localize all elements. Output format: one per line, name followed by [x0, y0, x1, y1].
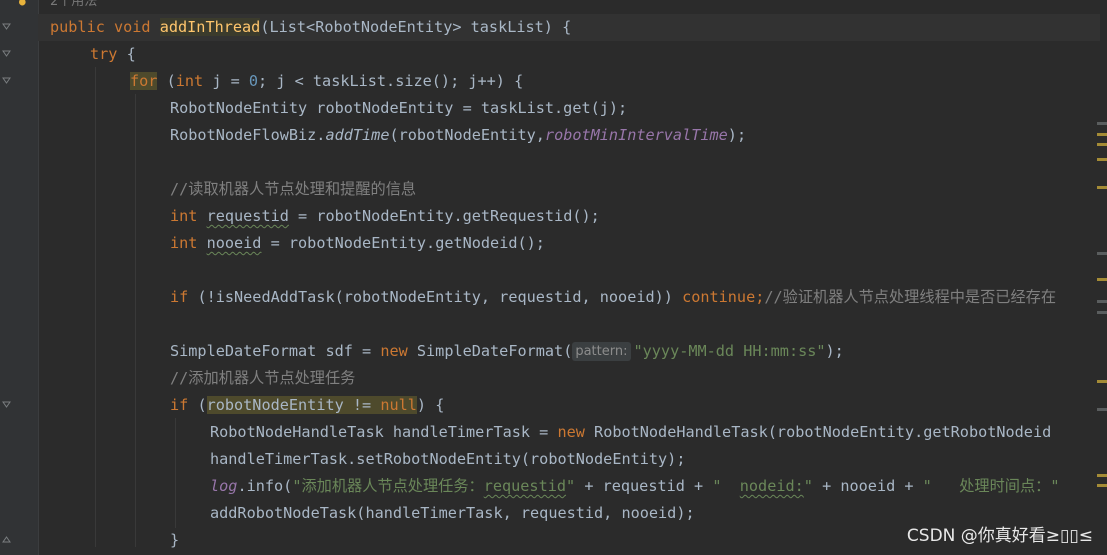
stripe-mark[interactable]: [1097, 186, 1107, 189]
code-line-15[interactable]: if (robotNodeEntity != null) {: [170, 392, 444, 419]
code-line-9[interactable]: int nooeid = robotNodeEntity.getNodeid()…: [170, 230, 545, 257]
stripe-mark[interactable]: [1097, 484, 1107, 487]
code-line-13[interactable]: SimpleDateFormat sdf = new SimpleDateFor…: [170, 338, 844, 365]
code-line-2[interactable]: try {: [90, 41, 136, 68]
stripe-mark[interactable]: [1097, 252, 1107, 255]
code-line-16[interactable]: RobotNodeHandleTask handleTimerTask = ne…: [210, 419, 1051, 446]
code-line-8[interactable]: int requestid = robotNodeEntity.getReque…: [170, 203, 600, 230]
code-line-7[interactable]: //读取机器人节点处理和提醒的信息: [170, 176, 416, 203]
stripe-mark[interactable]: [1097, 300, 1107, 303]
code-line-19[interactable]: addRobotNodeTask(handleTimerTask, reques…: [210, 500, 695, 527]
stripe-mark[interactable]: [1097, 158, 1107, 161]
stripe-mark[interactable]: [1097, 408, 1107, 411]
code-line-20[interactable]: }: [170, 527, 179, 554]
parameter-hint: pattern:: [572, 342, 631, 361]
stripe-mark[interactable]: [1097, 278, 1107, 281]
error-stripe[interactable]: [1097, 0, 1107, 555]
stripe-mark[interactable]: [1097, 133, 1107, 136]
code-area[interactable]: 2个用法 public void addInThread(List<RobotN…: [0, 0, 1100, 555]
stripe-mark[interactable]: [1097, 143, 1107, 146]
stripe-mark[interactable]: [1097, 380, 1107, 383]
code-line-3[interactable]: for (int j = 0; j < taskList.size(); j++…: [130, 68, 523, 95]
code-editor[interactable]: ● 2个用法 public void addInThread(List<Robo…: [0, 0, 1107, 555]
code-line-18[interactable]: log.info("添加机器人节点处理任务：requestid" + reque…: [210, 473, 1060, 500]
code-line-4[interactable]: RobotNodeEntity robotNodeEntity = taskLi…: [170, 95, 627, 122]
stripe-mark[interactable]: [1097, 311, 1107, 314]
code-line-5[interactable]: RobotNodeFlowBiz.addTime(robotNodeEntity…: [170, 122, 746, 149]
code-line-17[interactable]: handleTimerTask.setRobotNodeEntity(robot…: [210, 446, 685, 473]
stripe-mark[interactable]: [1097, 474, 1107, 477]
code-line-1[interactable]: public void addInThread(List<RobotNodeEn…: [38, 14, 1100, 41]
watermark: CSDN @你真好看≥▯▯≤: [906, 526, 1093, 546]
code-line-11[interactable]: if (!isNeedAddTask(robotNodeEntity, requ…: [170, 284, 1056, 311]
code-line-14[interactable]: //添加机器人节点处理任务: [170, 365, 355, 392]
stripe-mark[interactable]: [1097, 122, 1107, 125]
usage-hint[interactable]: 2个用法: [50, 0, 97, 14]
